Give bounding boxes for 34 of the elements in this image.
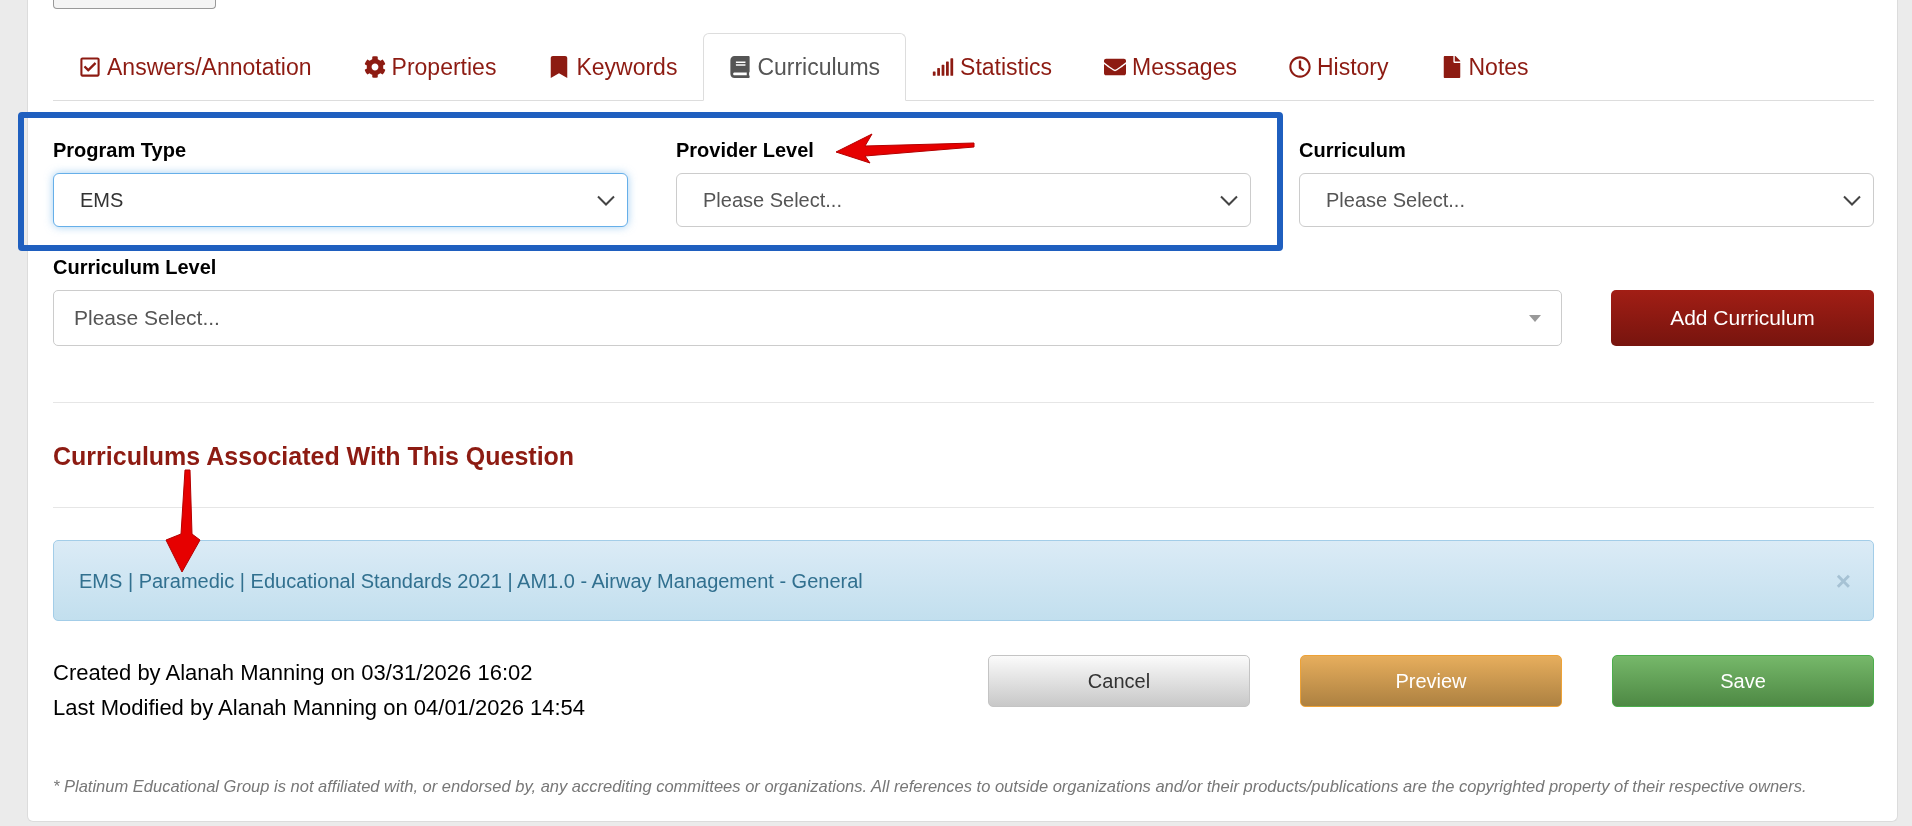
section-heading: Curriculums Associated With This Question xyxy=(53,441,575,471)
dropdown[interactable]: Please Select... xyxy=(1299,173,1874,227)
envelope-icon xyxy=(1104,56,1127,78)
tab[interactable]: Statistics xyxy=(906,33,1079,101)
field-label: Curriculum Level xyxy=(53,256,217,278)
tab[interactable]: Properties xyxy=(337,33,523,101)
checkbox-icon xyxy=(79,56,101,78)
curriculum-path: EMS | Paramedic | Educational Standards 2021 | AM1.0 - Airway Management - General xyxy=(79,568,863,594)
combobox[interactable]: Please Select... xyxy=(53,290,1562,346)
chevron-down-icon xyxy=(597,194,615,206)
bar-chart-icon xyxy=(932,56,955,78)
add-curriculum-button[interactable]: Add Curriculum xyxy=(1611,290,1874,346)
tab[interactable]: Answers/Annotation xyxy=(53,33,338,101)
disclaimer: * Platinum Educational Group is not affiliated with, or endorsed by, any accrediting committees or organizations. All references to outside organizations and/or their products/publications are the copyrighted property of their respective owners. xyxy=(53,776,1807,797)
audit-line: Created by Alanah Manning on 03/31/2026 16:02 xyxy=(53,659,534,687)
cancel-button[interactable]: Cancel xyxy=(988,655,1250,707)
dropdown[interactable]: Please Select... xyxy=(676,173,1251,227)
audit-line: Last Modified by Alanah Manning on 04/01/2026 14:54 xyxy=(53,694,586,722)
caret-icon xyxy=(1529,314,1541,322)
field-label: Curriculum xyxy=(1299,139,1406,161)
chevron-down-icon xyxy=(1843,194,1861,206)
tab[interactable]: Keywords xyxy=(522,33,704,101)
chevron-down-icon xyxy=(1220,194,1238,206)
tab[interactable]: Notes xyxy=(1414,33,1555,101)
tab[interactable]: History xyxy=(1262,33,1415,101)
tab[interactable]: Messages xyxy=(1078,33,1263,101)
field-label: Program Type xyxy=(53,139,186,161)
tab[interactable]: Curriculums xyxy=(703,33,907,101)
book-icon xyxy=(729,56,752,78)
cut-off-button[interactable] xyxy=(53,0,216,9)
field-label: Provider Level xyxy=(676,139,814,161)
gear-icon xyxy=(363,56,386,78)
clock-icon xyxy=(1288,56,1311,78)
dropdown[interactable]: EMS xyxy=(53,173,628,227)
